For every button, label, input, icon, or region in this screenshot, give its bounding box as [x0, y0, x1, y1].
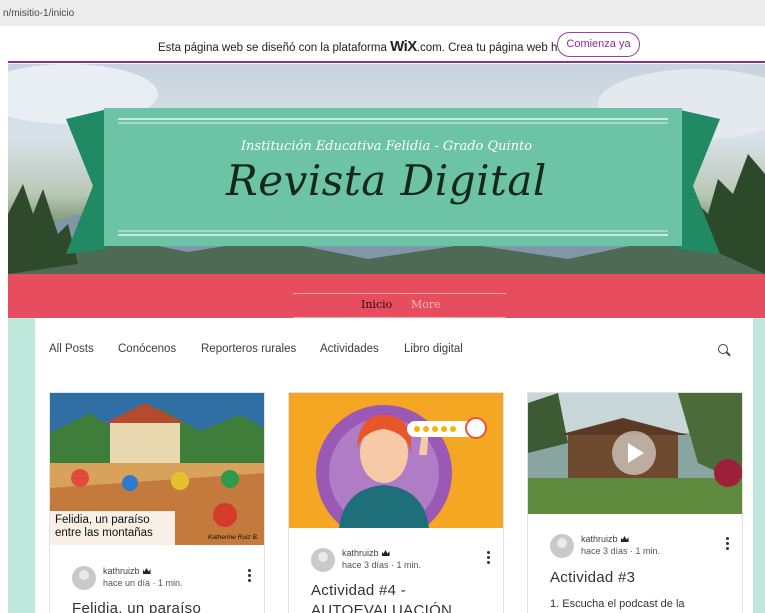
page: n/misitio-1/inicio Esta página web se di… — [0, 0, 765, 613]
author-name: kathruizb — [103, 566, 140, 576]
post-title-line2[interactable]: AUTOEVALUACIÓN — [311, 602, 452, 613]
post-image[interactable] — [528, 393, 742, 514]
post-card[interactable]: kathruizb hace 3 días · 1 min. Actividad… — [288, 392, 504, 613]
hero-banner: Institución Educativa Felidia - Grado Qu… — [8, 64, 765, 274]
start-now-button[interactable]: Comienza ya — [557, 32, 640, 57]
crown-icon — [620, 536, 629, 542]
post-meta: kathruizb hace un día · 1 min. — [72, 566, 252, 594]
browser-url-bar[interactable]: n/misitio-1/inicio — [0, 0, 765, 26]
blog-panel: All Posts Conócenos Reporteros rurales A… — [35, 318, 753, 613]
category-actividades[interactable]: Actividades — [320, 343, 379, 355]
avatar[interactable] — [311, 548, 335, 572]
category-all-posts[interactable]: All Posts — [49, 343, 94, 355]
url-text: n/misitio-1/inicio — [3, 8, 75, 19]
hero-title: Revista Digital — [226, 156, 547, 205]
content-area: All Posts Conócenos Reporteros rurales A… — [8, 318, 765, 613]
wix-promo-banner: Esta página web se diseñó con la platafo… — [8, 27, 765, 63]
post-illustration — [289, 393, 503, 528]
post-image[interactable] — [289, 393, 503, 528]
image-signature: Katherine Ruiz B. — [208, 534, 259, 541]
wix-promo-message: Esta página web se diseñó con la platafo… — [158, 38, 572, 55]
nav-item-inicio[interactable]: Inicio — [361, 298, 392, 311]
post-date: hace un día · 1 min. — [103, 578, 183, 588]
category-conocenos[interactable]: Conócenos — [118, 343, 176, 355]
post-photo — [528, 393, 742, 514]
author-name: kathruizb — [581, 534, 618, 544]
post-date: hace 3 días · 1 min. — [581, 546, 661, 556]
post-date: hace 3 días · 1 min. — [342, 560, 422, 570]
blog-category-nav: All Posts Conócenos Reporteros rurales A… — [35, 343, 753, 359]
hero-subtitle: Institución Educativa Felidia - Grado Qu… — [240, 139, 533, 154]
more-options-icon[interactable] — [248, 569, 252, 583]
post-card[interactable]: kathruizb hace 3 días · 1 min. Actividad… — [527, 392, 743, 613]
category-reporteros-rurales[interactable]: Reporteros rurales — [201, 343, 296, 355]
author-name: kathruizb — [342, 548, 379, 558]
main-nav: Inicio More — [8, 274, 765, 318]
more-options-icon[interactable] — [487, 551, 491, 565]
post-title[interactable]: Felidia, un paraíso — [72, 600, 201, 613]
search-icon[interactable] — [718, 344, 728, 354]
category-libro-digital[interactable]: Libro digital — [404, 343, 463, 355]
image-caption-line2: entre las montañas — [55, 527, 153, 539]
nav-item-more[interactable]: More — [411, 298, 441, 311]
post-title[interactable]: Actividad #3 — [550, 569, 635, 586]
post-title[interactable]: Actividad #4 - — [311, 582, 406, 599]
avatar[interactable] — [550, 534, 574, 558]
post-image[interactable]: Felidia, un paraíso entre las montañas K… — [50, 393, 264, 545]
crown-icon — [381, 550, 390, 556]
post-card[interactable]: Felidia, un paraíso entre las montañas K… — [49, 392, 265, 613]
image-caption-line1: Felidia, un paraíso — [55, 514, 150, 526]
post-meta: kathruizb hace 3 días · 1 min. — [550, 534, 730, 562]
post-excerpt: 1. Escucha el podcast de la — [550, 598, 685, 610]
more-options-icon[interactable] — [726, 537, 730, 551]
crown-icon — [142, 568, 151, 574]
avatar[interactable] — [72, 566, 96, 590]
wix-logo: WiX — [390, 38, 417, 55]
post-meta: kathruizb hace 3 días · 1 min. — [311, 548, 491, 576]
